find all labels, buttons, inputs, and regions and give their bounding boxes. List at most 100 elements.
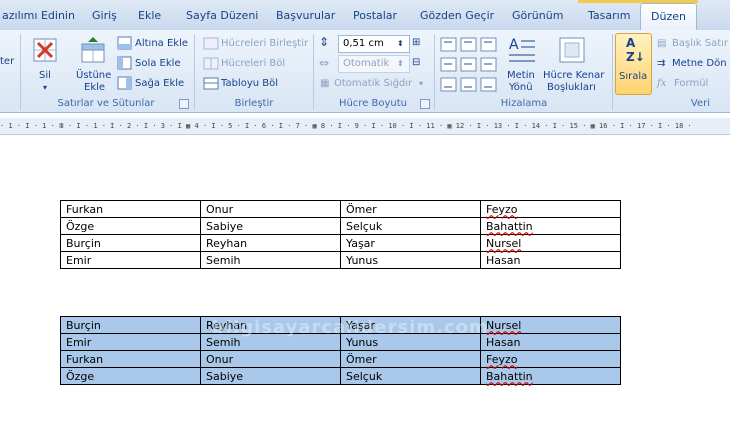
text-direction-label-1: Metin: [507, 70, 535, 81]
group-label-merge: Birleştir: [234, 98, 274, 109]
table-row: Furkan Onur Ömer Feyzo: [60, 200, 621, 218]
spinner-icon[interactable]: ⬍: [397, 58, 404, 70]
table-cell[interactable]: Bahattin: [480, 217, 621, 235]
row-height-icon: ⇕: [319, 35, 330, 49]
autofit-icon: ▦: [320, 78, 330, 89]
group-separator: [313, 34, 314, 110]
group-separator: [194, 34, 195, 110]
table-cell[interactable]: Yaşar: [340, 234, 481, 252]
column-width-field[interactable]: Otomatik ⬍: [338, 55, 410, 73]
table-cell[interactable]: Furkan: [60, 350, 201, 368]
formula-label: Formül: [674, 78, 709, 89]
row-height-value: 0,51 cm: [343, 38, 384, 49]
table-cell[interactable]: Burçin: [60, 234, 201, 252]
tab-home[interactable]: Giriş: [92, 9, 117, 22]
insert-below-icon: [117, 36, 132, 50]
table-cell[interactable]: Furkan: [60, 200, 201, 218]
text-direction-icon: A: [509, 37, 535, 62]
insert-right-label: Sağa Ekle: [135, 78, 185, 89]
table-original: Furkan Onur Ömer Feyzo Özge Sabiye Selçu…: [60, 200, 621, 269]
tab-page-layout[interactable]: Sayfa Düzeni: [186, 9, 258, 22]
cell-margins-label-2: Boşlukları: [547, 82, 596, 93]
insert-above-label-2: Ekle: [84, 82, 106, 93]
tab-mailings[interactable]: Postalar: [353, 9, 397, 22]
tab-review[interactable]: Gözden Geçir: [420, 9, 494, 22]
table-cell[interactable]: Emir: [60, 333, 201, 351]
table-cell[interactable]: Hasan: [480, 251, 621, 269]
table-cell[interactable]: Reyhan: [200, 234, 341, 252]
tab-get-software[interactable]: azılımı Edinin: [2, 9, 75, 22]
tab-design[interactable]: Tasarım: [588, 9, 630, 22]
distribute-columns-icon[interactable]: ⊟: [412, 57, 420, 69]
group-label-rows-columns: Satırlar ve Sütunlar: [57, 98, 155, 109]
spinner-icon[interactable]: ⬍: [397, 38, 404, 50]
table-cell[interactable]: Özge: [60, 367, 201, 385]
delete-table-icon: [33, 38, 57, 62]
row-height-field[interactable]: 0,51 cm ⬍: [338, 35, 410, 53]
table-cell[interactable]: Emir: [60, 251, 201, 269]
column-width-icon: ⇔: [319, 56, 330, 70]
horizontal-ruler[interactable]: · 1 · I · 1 · Ⅲ · I · 1 · I · 2 · I · 3 …: [0, 118, 730, 135]
table-cell[interactable]: Sabiye: [200, 217, 341, 235]
group-separator: [612, 34, 613, 110]
tab-layout[interactable]: Düzen: [640, 3, 697, 30]
table-cell[interactable]: Burçin: [60, 316, 201, 334]
group-label-cell-size: Hücre Boyutu: [338, 98, 408, 109]
table-cell[interactable]: Semih: [200, 251, 341, 269]
rows-columns-launcher-icon[interactable]: [179, 99, 189, 109]
convert-text-icon: ⇉: [657, 58, 666, 69]
table-cell[interactable]: Onur: [200, 350, 341, 368]
merge-cells-icon: [203, 37, 219, 50]
misspelled-word: Bahattin: [486, 219, 533, 233]
misspelled-word: Nursel: [486, 318, 522, 332]
distribute-rows-icon[interactable]: ⊞: [412, 37, 420, 49]
table-row: Özge Sabiye Selçuk Bahattin: [60, 367, 621, 385]
table-cell[interactable]: Nursel: [480, 234, 621, 252]
table-cell[interactable]: Feyzo: [480, 200, 621, 218]
table-cell[interactable]: Yunus: [340, 251, 481, 269]
cell-alignment-icons[interactable]: [440, 37, 500, 93]
insert-above-icon: [81, 37, 105, 63]
tab-view[interactable]: Görünüm: [512, 9, 563, 22]
table-cell[interactable]: Sabiye: [200, 367, 341, 385]
ribbon-tab-bar: azılımı Edinin Giriş Ekle Sayfa Düzeni B…: [0, 0, 730, 31]
sort-button[interactable]: A Z↓ Sırala: [615, 33, 652, 95]
misspelled-word: Feyzo: [486, 352, 518, 366]
partial-left-button-label[interactable]: ter: [0, 56, 14, 68]
cell-margins-label-1: Hücre Kenar: [543, 70, 605, 81]
split-cells-label: Hücreleri Böl: [221, 58, 286, 69]
group-label-alignment: Hizalama: [500, 98, 548, 109]
sort-z-icon: Z↓: [626, 50, 645, 64]
insert-above-label-1: Üstüne: [76, 70, 112, 81]
misspelled-word: Nursel: [486, 236, 522, 250]
table-row: Furkan Onur Ömer Feyzo: [60, 350, 621, 368]
table-cell[interactable]: Selçuk: [340, 217, 481, 235]
table-cell[interactable]: Onur: [200, 200, 341, 218]
cell-size-launcher-icon[interactable]: [420, 99, 430, 109]
table-row: Emir Semih Yunus Hasan: [60, 251, 621, 269]
table-cell[interactable]: Ömer: [340, 350, 481, 368]
table-cell[interactable]: Bahattin: [480, 367, 621, 385]
tab-references[interactable]: Başvurular: [276, 9, 335, 22]
chevron-down-icon: ▾: [43, 83, 48, 92]
group-separator: [20, 34, 21, 110]
table-cell[interactable]: Selçuk: [340, 367, 481, 385]
table-row: Özge Sabiye Selçuk Bahattin: [60, 217, 621, 235]
table-cell[interactable]: Nursel: [480, 316, 621, 334]
text-direction-label-2: Yönü: [509, 82, 533, 93]
table-cell[interactable]: Ömer: [340, 200, 481, 218]
table-cell[interactable]: Feyzo: [480, 350, 621, 368]
insert-left-icon: [117, 56, 132, 70]
insert-below-label: Altına Ekle: [135, 38, 189, 49]
chevron-down-icon: ▾: [419, 79, 424, 88]
sort-az-icon: A: [626, 36, 636, 50]
group-label-data: Veri: [614, 97, 730, 111]
group-label-data-text: Veri: [690, 98, 710, 109]
insert-left-label: Sola Ekle: [135, 58, 181, 69]
table-cell[interactable]: Özge: [60, 217, 201, 235]
insert-right-icon: [117, 76, 132, 90]
tab-insert[interactable]: Ekle: [138, 9, 161, 22]
misspelled-word: Bahattin: [486, 369, 533, 383]
table-cell[interactable]: Hasan: [480, 333, 621, 351]
svg-text:A: A: [509, 37, 519, 53]
